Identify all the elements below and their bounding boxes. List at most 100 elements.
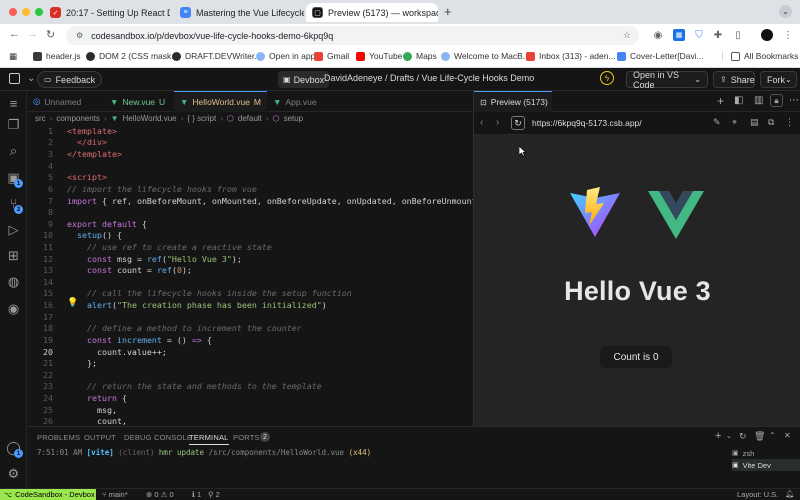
lightbulb-icon[interactable]: 💡 — [67, 297, 78, 308]
new-tab-icon[interactable]: + — [444, 4, 452, 19]
bookmark-2[interactable]: DOM 2 (CSS mask... — [86, 51, 178, 61]
chevron-down-icon[interactable]: ⌄ — [726, 432, 732, 440]
site-info-icon[interactable]: ⚙ — [76, 31, 83, 40]
code-line[interactable]: 5 <script> — [27, 171, 473, 183]
info-status[interactable]: ℹ 1 — [192, 490, 201, 499]
maximize-panel-icon[interactable]: ⌃ — [769, 431, 776, 440]
terminal-item-zsh[interactable]: ▣ zsh — [732, 447, 800, 459]
tab-ports[interactable]: PORTS — [233, 433, 260, 442]
reload-icon[interactable]: ↻ — [46, 28, 55, 41]
code-line[interactable]: 12 const msg = ref("Hello Vue 3"); — [27, 253, 473, 265]
more-icon[interactable]: ⋯ — [789, 95, 799, 106]
codesandbox-logo-icon[interactable] — [9, 73, 20, 84]
tab-terminal[interactable]: TERMINAL — [189, 433, 229, 445]
tab-app-vue[interactable]: ▼ App.vue — [267, 91, 337, 112]
problems-status[interactable]: ⊗ 0 ⚠ 0 — [146, 490, 174, 499]
code-line[interactable]: 10 setup() { — [27, 230, 473, 242]
bookmark-6[interactable]: YouTube — [356, 51, 402, 61]
bookmark-3[interactable]: DRAFT.DEVWriter... — [172, 51, 261, 61]
fork-button[interactable]: Fork ⌄ — [760, 71, 797, 88]
close-window-dot[interactable] — [9, 8, 17, 16]
keyboard-layout[interactable]: Layout: U.S. — [737, 490, 778, 499]
code-line[interactable]: 24 return { — [27, 392, 473, 404]
forward-icon[interactable]: › — [496, 117, 499, 128]
minimize-window-dot[interactable] — [22, 8, 30, 16]
code-line[interactable]: 8 — [27, 206, 473, 218]
bookmark-5[interactable]: Gmail — [314, 51, 349, 61]
browser-tab-2[interactable]: ≡ Mastering the Vue Lifecycle H ✕ — [174, 3, 304, 22]
crumb[interactable]: HelloWorld.vue — [123, 114, 177, 123]
bookmark-7[interactable]: Maps — [403, 51, 437, 61]
tab-debug-console[interactable]: DEBUG CONSOLE — [124, 433, 192, 442]
shield-icon[interactable]: ⛉ — [693, 29, 705, 41]
github-icon[interactable]: ◉ — [6, 301, 21, 316]
camera-icon[interactable]: ◉ — [652, 29, 664, 41]
crumb[interactable]: default — [238, 114, 262, 123]
settings-gear-icon[interactable]: ⚙ — [6, 466, 21, 481]
restart-icon[interactable]: ↻ — [739, 431, 747, 442]
console-icon[interactable]: ▤ — [750, 117, 759, 128]
run-debug-icon[interactable]: ▷ — [6, 222, 21, 237]
back-icon[interactable]: ‹ — [480, 117, 483, 128]
share-button[interactable]: ⇪ Share — [713, 71, 755, 88]
crumb[interactable]: components — [56, 114, 100, 123]
code-line[interactable]: 19 const increment = () => { — [27, 334, 473, 346]
crumb[interactable]: src — [35, 114, 46, 123]
code-line[interactable]: 25 msg, — [27, 404, 473, 416]
tab-problems[interactable]: PROBLEMS — [37, 433, 80, 442]
code-editor[interactable]: 1 <template> 2 </div> 3 </template> 4 5 <script… — [27, 124, 473, 426]
bookmark-9[interactable]: Inbox (313) - aden... — [526, 51, 616, 61]
bookmark-4[interactable]: Open in app — [256, 51, 315, 61]
maximize-window-dot[interactable] — [35, 8, 43, 16]
url-bar[interactable]: ⚙ codesandbox.io/p/devbox/vue-life-cycle… — [66, 26, 639, 45]
sidebar-icon[interactable]: ▯ — [732, 29, 744, 41]
new-terminal-icon[interactable]: + — [715, 430, 721, 442]
tab-helloworld-vue[interactable]: ▼ HelloWorld.vue M — [174, 91, 267, 112]
bookmark-10[interactable]: Cover-Letter[Davi... — [617, 51, 704, 61]
chevron-down-icon[interactable]: ⌄ — [27, 73, 35, 84]
preview-url[interactable]: https://6kpq9q-5173.csb.app/ — [532, 118, 642, 128]
bell-icon[interactable]: 🔔︎ — [785, 489, 795, 498]
menu-kebab-icon[interactable]: ⋮ — [782, 29, 794, 41]
crosshair-icon[interactable]: ⌖ — [732, 117, 737, 128]
external-link-icon[interactable]: ⧉ — [768, 117, 774, 128]
code-line[interactable]: 2 </div> — [27, 137, 473, 149]
code-line[interactable]: 21 }; — [27, 357, 473, 369]
code-line[interactable]: 15 // call the lifecycle hooks inside th… — [27, 288, 473, 300]
add-tab-icon[interactable]: + — [717, 94, 724, 108]
code-line[interactable]: 23 // return the state and methods to th… — [27, 381, 473, 393]
lock-icon[interactable]: 🔒︎ — [770, 94, 783, 107]
profile-avatar[interactable] — [761, 29, 773, 41]
devtools-icon[interactable]: ✎ — [713, 117, 721, 128]
code-line[interactable]: 26 count, — [27, 416, 473, 426]
code-line[interactable]: 18 // define a method to increment the c… — [27, 323, 473, 335]
code-line[interactable]: 20 count.value++; — [27, 346, 473, 358]
brand-status[interactable]: ⌥ CodeSandbox - Devbox — [0, 489, 96, 500]
devtools-icon[interactable]: ◍ — [6, 274, 21, 289]
code-line[interactable]: 3 </template> — [27, 148, 473, 160]
split-icon[interactable]: ◧ — [734, 95, 743, 106]
terminal-item-vite[interactable]: ▣ Vite Dev — [732, 459, 800, 471]
all-bookmarks[interactable]: All Bookmarks — [722, 51, 798, 61]
crumb[interactable]: { } script — [187, 114, 216, 123]
ports-status[interactable]: ⚲ 2 — [208, 490, 220, 499]
code-line[interactable]: 7 import { ref, onBeforeMount, onMounted,… — [27, 195, 473, 207]
code-line[interactable]: 9 export default { — [27, 218, 473, 230]
code-line[interactable]: 4 — [27, 160, 473, 172]
code-line[interactable]: 22 — [27, 369, 473, 381]
count-button[interactable]: Count is 0 — [600, 346, 672, 368]
tab-search-icon[interactable]: ⌄ — [779, 5, 792, 18]
code-line[interactable]: 6 // import the lifecycle hooks from vue — [27, 183, 473, 195]
hamburger-menu-icon[interactable]: ≡ — [6, 96, 21, 111]
puzzle-extensions-icon[interactable]: ✚ — [712, 29, 724, 41]
extensions-icon[interactable]: ⊞ — [6, 248, 21, 263]
close-panel-icon[interactable]: ✕ — [784, 431, 791, 440]
branch-status[interactable]: ⑂ main* — [102, 490, 128, 499]
browser-tab-3[interactable]: ▢ Preview (5173) — workspace ✕ — [306, 3, 438, 22]
files-icon[interactable]: ❐ — [6, 117, 21, 132]
tab-preview[interactable]: ⊡ Preview (5173) — [474, 91, 552, 112]
lightning-icon[interactable]: ϟ — [600, 71, 614, 85]
code-line[interactable]: 1 <template> — [27, 125, 473, 137]
code-line[interactable]: 11 // use ref to create a reactive state — [27, 241, 473, 253]
more-icon[interactable]: ⋮ — [785, 117, 794, 128]
